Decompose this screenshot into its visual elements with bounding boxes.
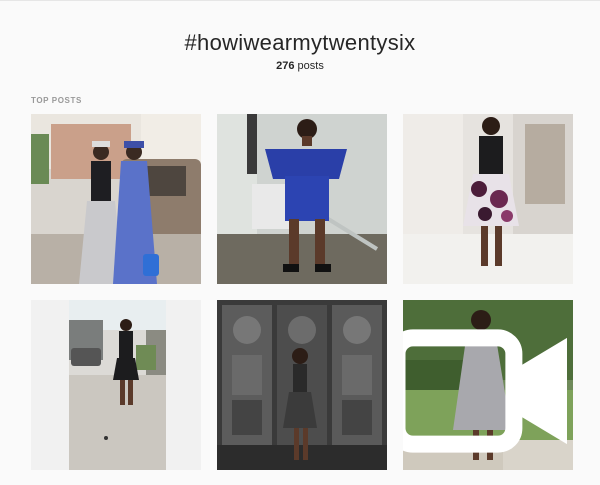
post-thumbnail-5[interactable] [217, 300, 387, 470]
post-count: 276 posts [0, 60, 600, 72]
top-divider [0, 0, 600, 1]
post-thumbnail-1[interactable] [31, 114, 201, 284]
post-image-4 [31, 300, 201, 470]
post-count-number: 276 [276, 60, 295, 72]
hashtag-header: #howiwearmytwentysix 276 posts [0, 28, 600, 72]
post-image-1 [31, 114, 201, 284]
top-posts-grid [31, 114, 574, 472]
hashtag-title: #howiwearmytwentysix [184, 30, 416, 55]
video-camera-icon [403, 329, 567, 453]
post-image-2 [217, 114, 387, 284]
post-thumbnail-3[interactable] [403, 114, 573, 284]
post-image-3 [403, 114, 573, 284]
top-posts-label: TOP POSTS [31, 96, 82, 105]
post-thumbnail-2[interactable] [217, 114, 387, 284]
post-thumbnail-4[interactable] [31, 300, 201, 470]
post-thumbnail-6[interactable] [403, 300, 573, 470]
post-image-5 [217, 300, 387, 470]
post-count-suffix: posts [294, 60, 324, 72]
